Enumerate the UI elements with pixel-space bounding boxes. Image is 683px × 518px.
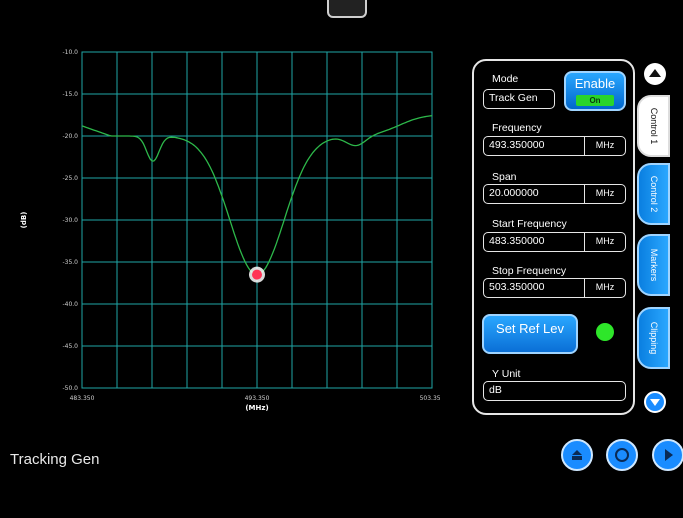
y-tick-label: -25.0 bbox=[62, 175, 78, 182]
drawer-handle[interactable] bbox=[327, 0, 367, 18]
stop-frequency-field[interactable]: 503.350000 MHz bbox=[483, 278, 626, 298]
start-frequency-unit: MHz bbox=[584, 233, 625, 251]
scroll-down-glyph bbox=[650, 399, 660, 406]
span-unit: MHz bbox=[584, 185, 625, 203]
set-ref-level-button[interactable]: Set Ref Lev bbox=[482, 314, 578, 354]
tab-markers-label: Markers bbox=[648, 248, 659, 282]
y-unit-selector[interactable]: dB bbox=[483, 381, 626, 401]
y-tick-label: -35.0 bbox=[62, 259, 78, 266]
y-tick-label: -15.0 bbox=[62, 91, 78, 98]
scroll-up-glyph bbox=[649, 69, 661, 77]
y-tick-label: -10.0 bbox=[62, 49, 78, 56]
tab-clipping[interactable]: Clipping bbox=[637, 307, 670, 369]
tab-control-2[interactable]: Control 2 bbox=[637, 163, 670, 225]
control-panel: Mode Track Gen Enable On Frequency 493.3… bbox=[472, 59, 635, 415]
enable-label: Enable bbox=[574, 76, 616, 91]
y-unit-label: Y Unit bbox=[492, 368, 521, 380]
span-field[interactable]: 20.000000 MHz bbox=[483, 184, 626, 204]
start-frequency-value: 483.350000 bbox=[489, 235, 545, 247]
frequency-label: Frequency bbox=[492, 122, 542, 134]
x-axis-label: (MHz) bbox=[245, 404, 268, 412]
mode-selector[interactable]: Track Gen bbox=[483, 89, 555, 109]
y-axis-label: (dB) bbox=[20, 212, 28, 229]
stop-frequency-label: Stop Frequency bbox=[492, 265, 567, 277]
status-led-icon bbox=[596, 323, 614, 341]
start-frequency-label: Start Frequency bbox=[492, 218, 567, 230]
tracking-gen-screen: -10.0 -15.0 -20.0 -25.0 -30.0 -35.0 -40.0 -45.0… bbox=[0, 0, 683, 518]
scroll-down-icon[interactable] bbox=[644, 391, 666, 413]
refresh-glyph bbox=[615, 448, 629, 462]
tab-clipping-label: Clipping bbox=[648, 321, 659, 355]
x-tick-label: 493.350 bbox=[245, 395, 270, 402]
next-icon[interactable] bbox=[652, 439, 683, 471]
mode-label: Mode bbox=[492, 73, 519, 85]
stop-frequency-unit: MHz bbox=[584, 279, 625, 297]
next-glyph bbox=[665, 449, 673, 461]
tab-control-1[interactable]: Control 1 bbox=[637, 95, 670, 157]
home-glyph bbox=[572, 450, 582, 460]
frequency-field[interactable]: 493.350000 MHz bbox=[483, 136, 626, 156]
app-title: Tracking Gen bbox=[10, 451, 100, 468]
stop-frequency-value: 503.350000 bbox=[489, 281, 545, 293]
tab-control-2-label: Control 2 bbox=[648, 175, 659, 213]
tab-control-1-label: Control 1 bbox=[648, 107, 659, 145]
y-tick-label: -45.0 bbox=[62, 343, 78, 350]
mode-value: Track Gen bbox=[489, 92, 538, 104]
graph-svg: -10.0 -15.0 -20.0 -25.0 -30.0 -35.0 -40.0 -45.0… bbox=[20, 49, 440, 412]
enable-state-indicator: On bbox=[576, 95, 614, 106]
enable-button[interactable]: Enable On bbox=[564, 71, 626, 111]
set-ref-level-label: Set Ref Lev bbox=[496, 321, 564, 336]
y-tick-label: -50.0 bbox=[62, 385, 78, 392]
y-tick-label: -40.0 bbox=[62, 301, 78, 308]
span-label: Span bbox=[492, 171, 517, 183]
x-tick-label: 483.350 bbox=[70, 395, 95, 402]
home-icon[interactable] bbox=[561, 439, 593, 471]
y-tick-label: -20.0 bbox=[62, 133, 78, 140]
scroll-up-icon[interactable] bbox=[644, 63, 666, 85]
y-tick-label: -30.0 bbox=[62, 217, 78, 224]
span-value: 20.000000 bbox=[489, 187, 539, 199]
frequency-unit: MHz bbox=[584, 137, 625, 155]
y-unit-value: dB bbox=[489, 384, 502, 396]
marker-point bbox=[252, 269, 262, 280]
start-frequency-field[interactable]: 483.350000 MHz bbox=[483, 232, 626, 252]
x-tick-label: 503.350 bbox=[420, 395, 440, 402]
trace-graph[interactable]: -10.0 -15.0 -20.0 -25.0 -30.0 -35.0 -40.0 -45.0… bbox=[0, 40, 440, 435]
frequency-value: 493.350000 bbox=[489, 139, 545, 151]
tab-markers[interactable]: Markers bbox=[637, 234, 670, 296]
refresh-icon[interactable] bbox=[606, 439, 638, 471]
